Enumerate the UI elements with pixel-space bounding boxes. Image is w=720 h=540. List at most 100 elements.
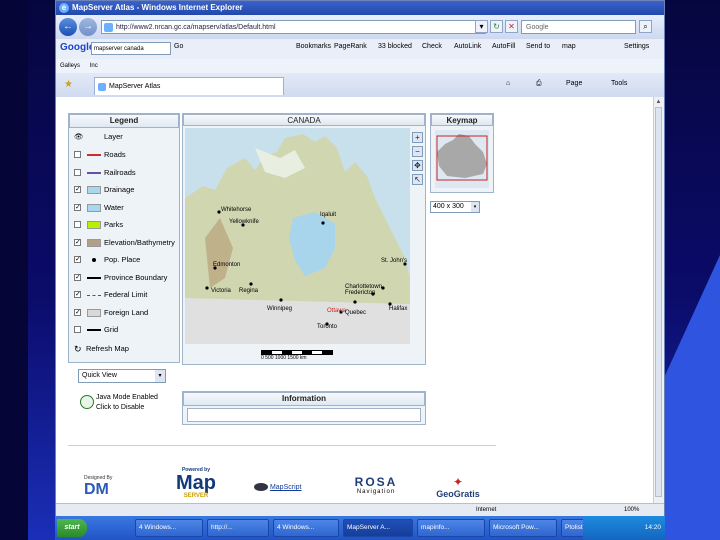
browser-window: e MapServer Atlas - Windows Internet Exp… bbox=[55, 0, 665, 540]
city-dot bbox=[249, 282, 253, 286]
zoom-out-icon[interactable]: − bbox=[412, 146, 423, 157]
chevron-down-icon: ▾ bbox=[471, 202, 479, 212]
send-to-button[interactable]: Send to bbox=[526, 43, 550, 50]
legend-layer-row[interactable]: ✓ Elevation/Bathymetry bbox=[72, 236, 178, 250]
refresh-map-icon: ↻ bbox=[74, 344, 82, 354]
favorites-star-icon[interactable]: ★ bbox=[64, 79, 73, 90]
legend-layer-row[interactable]: ✓ Pop. Place bbox=[72, 253, 178, 267]
tools-menu[interactable]: Tools bbox=[611, 80, 627, 87]
layer-checkbox[interactable]: ✓ bbox=[74, 273, 81, 281]
layer-label: Pop. Place bbox=[104, 255, 141, 264]
zoom-level[interactable]: 100% bbox=[624, 504, 639, 516]
layer-checkbox[interactable] bbox=[74, 168, 81, 176]
taskbar-item[interactable]: 4 Windows... bbox=[135, 519, 203, 537]
city-dot bbox=[353, 300, 357, 304]
map-size-value: 400 x 300 bbox=[433, 203, 464, 210]
bookmarks-button[interactable]: Bookmarks bbox=[296, 43, 331, 50]
city-label: Regina bbox=[239, 288, 259, 294]
layer-checkbox[interactable]: ✓ bbox=[74, 186, 81, 193]
refresh-map-row[interactable]: ↻ Refresh Map bbox=[72, 342, 178, 356]
legend-layer-row[interactable]: ✓ Foreign Land bbox=[72, 306, 178, 320]
legend-layer-row[interactable]: Parks bbox=[72, 218, 178, 232]
address-dropdown-icon[interactable]: ▾ bbox=[475, 20, 488, 33]
popup-blocked-button[interactable]: 33 blocked bbox=[378, 43, 412, 50]
city-label: Toronto bbox=[317, 324, 338, 330]
layer-checkbox[interactable] bbox=[74, 151, 81, 158]
layer-label: Railroads bbox=[104, 167, 136, 177]
legend-layer-row[interactable]: Railroads bbox=[72, 166, 178, 180]
page-menu[interactable]: Page bbox=[566, 80, 582, 87]
mapserver-logo[interactable]: Powered by Map SERVER bbox=[166, 467, 226, 499]
taskbar-item[interactable]: mapinfo... bbox=[417, 519, 485, 537]
refresh-map-button[interactable]: Refresh Map bbox=[86, 342, 160, 356]
legend-header-row: 👁 Layer bbox=[72, 130, 178, 144]
city-label: Whitehorse bbox=[221, 207, 252, 213]
legend-layer-row[interactable]: Roads bbox=[72, 148, 178, 162]
map-panel: CANADA Whitehorse Yellowknife Iqaluit Ed… bbox=[182, 113, 426, 365]
address-toolbar: ← → http://www2.nrcan.gc.ca/mapserv/atla… bbox=[56, 15, 664, 40]
system-tray: 14:20 bbox=[583, 516, 665, 540]
link-galleys[interactable]: Galleys bbox=[60, 63, 80, 69]
taskbar-item-active[interactable]: MapServer A... bbox=[343, 519, 413, 537]
map-size-select[interactable]: 400 x 300 ▾ bbox=[430, 201, 480, 213]
mapscript-logo[interactable]: MapScript bbox=[254, 483, 301, 491]
keymap-canvas[interactable] bbox=[435, 130, 489, 188]
eye-icon: 👁 bbox=[74, 132, 84, 141]
city-label: Fredericton bbox=[345, 290, 375, 296]
designed-by-logo[interactable]: Designed By DM bbox=[84, 475, 144, 499]
start-button[interactable]: start bbox=[57, 519, 87, 537]
layer-checkbox[interactable]: ✓ bbox=[74, 203, 81, 211]
pagerank-button[interactable]: PageRank bbox=[334, 43, 367, 50]
legend-layer-row[interactable]: ✓ Drainage bbox=[72, 183, 178, 197]
google-search-input[interactable]: mapserver canada bbox=[91, 42, 171, 55]
scroll-thumb[interactable] bbox=[655, 107, 662, 497]
layer-checkbox[interactable]: ✓ bbox=[74, 291, 81, 298]
pan-icon[interactable]: ✥ bbox=[412, 160, 423, 171]
map-canvas[interactable]: Whitehorse Yellowknife Iqaluit Edmonton … bbox=[185, 128, 410, 344]
legend-layer-row[interactable]: ✓ Federal Limit bbox=[72, 288, 178, 302]
geogratis-logo[interactable]: ✦ GeoGratis bbox=[428, 475, 488, 499]
legend-header: Layer bbox=[104, 132, 123, 141]
scroll-up-icon[interactable]: ▲ bbox=[655, 98, 662, 106]
back-button[interactable]: ← bbox=[59, 18, 77, 36]
settings-button[interactable]: Settings bbox=[624, 43, 649, 50]
page-scrollbar[interactable]: ▲ ▼ bbox=[653, 97, 664, 515]
rosa-logo[interactable]: ROSA Navigation bbox=[344, 475, 408, 495]
taskbar-item[interactable]: 4 Windows... bbox=[273, 519, 339, 537]
check-button[interactable]: Check bbox=[422, 43, 442, 50]
layer-symbol-icon bbox=[87, 186, 101, 194]
layer-symbol-icon bbox=[87, 276, 101, 279]
legend-layer-row[interactable]: ✓ Water bbox=[72, 201, 178, 215]
link-inc[interactable]: Inc bbox=[90, 63, 98, 69]
tab-mapserver-atlas[interactable]: MapServer Atlas bbox=[94, 77, 284, 95]
quick-view-select[interactable]: Quick View ▾ bbox=[78, 369, 166, 383]
refresh-icon[interactable]: ↻ bbox=[490, 20, 503, 33]
legend-layer-row[interactable]: Grid bbox=[72, 323, 178, 337]
layer-checkbox[interactable]: ✓ bbox=[74, 238, 81, 246]
taskbar-item[interactable]: http://... bbox=[207, 519, 269, 537]
autofill-button[interactable]: AutoFill bbox=[492, 43, 515, 50]
layer-checkbox[interactable] bbox=[74, 221, 81, 228]
zoom-in-icon[interactable]: + bbox=[412, 132, 423, 143]
map-button[interactable]: map bbox=[562, 43, 576, 50]
google-go-button[interactable]: Go bbox=[174, 43, 183, 50]
legend-layer-row[interactable]: ✓ Province Boundary bbox=[72, 271, 178, 285]
layer-checkbox[interactable]: ✓ bbox=[74, 308, 81, 316]
layer-checkbox[interactable]: ✓ bbox=[74, 256, 81, 263]
taskbar-item[interactable]: Microsoft Pow... bbox=[489, 519, 557, 537]
java-mode-line2[interactable]: Click to Disable bbox=[96, 403, 186, 413]
print-icon[interactable]: ⎙ bbox=[536, 80, 542, 88]
address-bar[interactable]: http://www2.nrcan.gc.ca/mapserv/atlas/De… bbox=[101, 20, 486, 34]
home-icon[interactable]: ⌂ bbox=[506, 80, 510, 87]
search-icon[interactable]: ⌕ bbox=[639, 20, 652, 33]
rosa-logo-text: ROSA bbox=[354, 475, 398, 489]
autolink-button[interactable]: AutoLink bbox=[454, 43, 481, 50]
clock[interactable]: 14:20 bbox=[645, 524, 661, 531]
stop-icon[interactable]: ✕ bbox=[505, 20, 518, 33]
keymap-title: Keymap bbox=[431, 114, 493, 126]
forward-button[interactable]: → bbox=[79, 18, 97, 36]
layer-checkbox[interactable] bbox=[74, 326, 81, 333]
tab-label: MapServer Atlas bbox=[109, 83, 161, 90]
search-input[interactable]: Google bbox=[521, 20, 636, 34]
query-icon[interactable]: ↖ bbox=[412, 174, 423, 185]
